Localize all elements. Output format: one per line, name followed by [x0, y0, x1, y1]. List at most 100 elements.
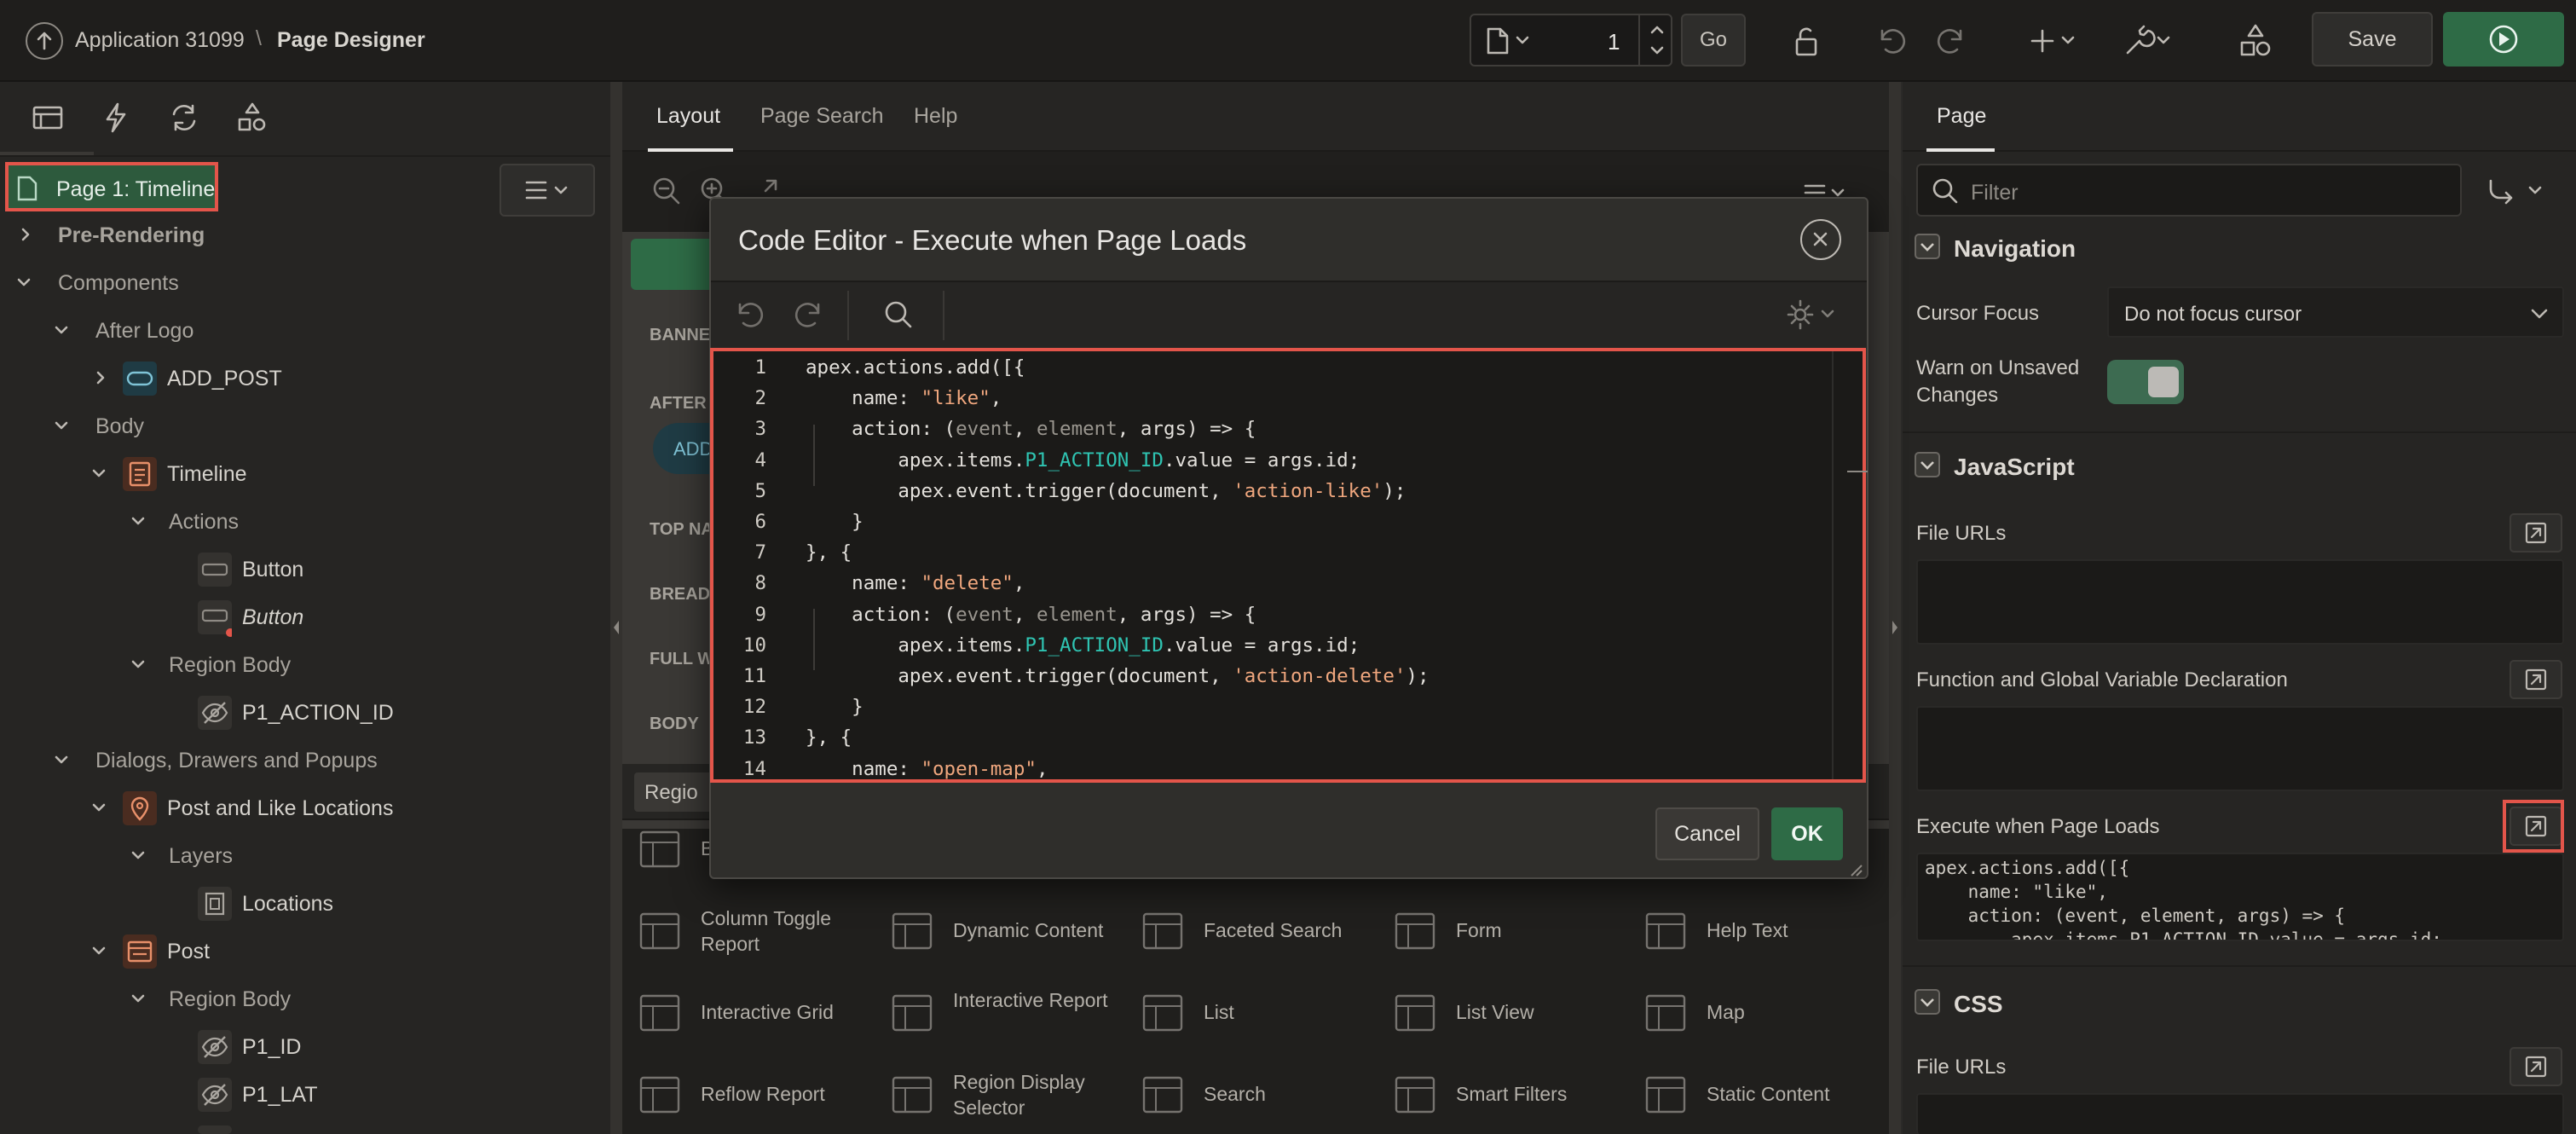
section-collapse-css[interactable] — [1915, 989, 1940, 1015]
code-editor[interactable]: 1 2 3 4 5 6 7 8 9 10 11 12 13 14 apex.actions.add([{ … — [710, 348, 1868, 783]
lock-icon[interactable] — [1788, 24, 1822, 58]
tab-page-properties[interactable]: Page — [1937, 104, 1986, 129]
gallery-item[interactable]: Help Text — [1640, 897, 1879, 974]
tab-help[interactable]: Help — [914, 104, 957, 129]
undo-icon[interactable] — [731, 298, 765, 332]
search-icon[interactable] — [881, 298, 915, 332]
tree-node-p1-lat[interactable]: P1_LAT — [242, 1083, 317, 1108]
zoom-out-icon[interactable] — [651, 176, 682, 206]
css-file-urls-expand-button[interactable] — [2510, 1047, 2562, 1086]
save-button[interactable]: Save — [2312, 12, 2433, 67]
cursor-focus-select[interactable]: Do not focus cursor — [2107, 286, 2564, 338]
tree-node-button-1[interactable]: Button — [242, 558, 303, 582]
go-button[interactable]: Go — [1681, 14, 1746, 67]
utilities-wrench-icon[interactable] — [2123, 24, 2177, 58]
run-page-button[interactable] — [2443, 12, 2564, 67]
chevron-down-icon[interactable] — [131, 514, 145, 528]
undo-icon[interactable] — [1874, 24, 1908, 58]
js-file-urls-expand-button[interactable] — [2510, 513, 2562, 553]
tree-menu-button[interactable] — [500, 164, 595, 217]
chevron-down-icon[interactable] — [92, 801, 106, 814]
gallery-item[interactable]: Map — [1640, 979, 1879, 1056]
gallery-item[interactable]: Smart Filters — [1389, 1061, 1628, 1134]
processing-tab-icon[interactable] — [167, 101, 201, 135]
tree-node-timeline[interactable]: Timeline — [167, 462, 247, 487]
tree-node-region-body-2[interactable]: Region Body — [169, 987, 291, 1012]
tree-node-pre-rendering[interactable]: Pre-Rendering — [58, 223, 205, 248]
chevron-down-icon[interactable] — [92, 466, 106, 480]
shared-components-icon[interactable] — [2238, 22, 2273, 60]
gallery-item[interactable]: Interactive Grid — [634, 979, 873, 1056]
shared-components-tab-icon[interactable] — [235, 101, 269, 135]
tree-node-post-like-locations[interactable]: Post and Like Locations — [167, 796, 393, 821]
tree-node-add-post[interactable]: ADD_POST — [167, 367, 282, 391]
js-execute-on-load-textarea[interactable]: apex.actions.add([{ name: "like", action… — [1916, 853, 2564, 941]
ok-button[interactable]: OK — [1771, 807, 1843, 860]
left-splitter[interactable] — [610, 82, 622, 1134]
tree-node-p1-id[interactable]: P1_ID — [242, 1035, 301, 1060]
right-splitter[interactable] — [1889, 82, 1901, 1134]
section-collapse-javascript[interactable] — [1915, 452, 1940, 477]
tree-node-after-logo[interactable]: After Logo — [95, 319, 193, 344]
gallery-item[interactable]: Dynamic Content — [887, 897, 1125, 974]
create-menu-icon[interactable] — [2029, 24, 2083, 58]
redo-icon[interactable] — [1935, 24, 1969, 58]
tree-node-page[interactable]: Page 1: Timeline — [5, 162, 218, 211]
tree-node-actions[interactable]: Actions — [169, 510, 239, 535]
section-collapse-navigation[interactable] — [1915, 234, 1940, 259]
chevron-down-icon[interactable] — [92, 944, 106, 958]
dynamic-actions-tab-icon[interactable] — [99, 101, 133, 135]
gallery-item[interactable]: Search — [1137, 1061, 1376, 1134]
gallery-item[interactable]: Static Content — [1640, 1061, 1879, 1134]
chevron-down-icon[interactable] — [131, 657, 145, 671]
page-number-input[interactable]: 1 — [1608, 29, 1620, 55]
page-selector[interactable]: 1 — [1470, 14, 1672, 67]
page-stepper[interactable] — [1638, 15, 1672, 65]
tab-layout[interactable]: Layout — [656, 104, 720, 129]
gallery-item[interactable]: List — [1137, 979, 1376, 1056]
js-function-decl-textarea[interactable] — [1916, 706, 2564, 791]
chevron-down-icon[interactable] — [55, 323, 68, 337]
gallery-tab-regions[interactable]: Regio — [634, 772, 719, 812]
gallery-item[interactable]: Form — [1389, 897, 1628, 974]
go-to-group-icon[interactable] — [2486, 176, 2554, 206]
js-function-decl-expand-button[interactable] — [2510, 660, 2562, 699]
editor-scrollbar[interactable] — [1832, 351, 1834, 779]
settings-gear-icon[interactable] — [1785, 298, 1840, 332]
resize-grip-icon[interactable] — [1848, 862, 1863, 877]
gallery-item[interactable]: Reflow Report — [634, 1061, 873, 1134]
tree-node-components[interactable]: Components — [58, 271, 179, 296]
css-file-urls-textarea[interactable] — [1916, 1093, 2564, 1134]
rendering-tab-icon[interactable] — [31, 101, 65, 135]
tree-node-button-2[interactable]: Button — [242, 605, 303, 630]
chevron-down-icon[interactable] — [17, 275, 31, 289]
tree-node-layers[interactable]: Layers — [169, 844, 233, 869]
tree-node-locations[interactable]: Locations — [242, 892, 333, 917]
app-home-icon[interactable] — [26, 22, 63, 60]
gallery-item[interactable]: Faceted Search — [1137, 897, 1376, 974]
gallery-item[interactable]: Interactive Report — [887, 979, 1125, 1056]
tree-node-post[interactable]: Post — [167, 940, 210, 964]
chevron-down-icon[interactable] — [55, 419, 68, 432]
app-name-link[interactable]: Application 31099 — [75, 28, 245, 53]
tree-node-region-body-1[interactable]: Region Body — [169, 653, 291, 678]
gallery-item[interactable]: List View — [1389, 979, 1628, 1056]
chevron-down-icon[interactable] — [131, 992, 145, 1005]
tree-node-body[interactable]: Body — [95, 414, 144, 439]
warn-unsaved-toggle[interactable] — [2107, 360, 2184, 404]
tree-node-dialogs[interactable]: Dialogs, Drawers and Popups — [95, 749, 378, 773]
redo-icon[interactable] — [793, 298, 827, 332]
js-file-urls-textarea[interactable] — [1916, 559, 2564, 645]
close-button[interactable] — [1800, 219, 1841, 260]
cancel-button[interactable]: Cancel — [1655, 807, 1759, 860]
tab-page-search[interactable]: Page Search — [760, 104, 884, 129]
tree-node-p1-action-id[interactable]: P1_ACTION_ID — [242, 701, 394, 726]
chevron-right-icon[interactable] — [19, 228, 32, 241]
top-toolbar: Application 31099 \ Page Designer 1 Go S… — [0, 0, 2576, 82]
filter-input[interactable]: Filter — [1916, 164, 2462, 217]
chevron-down-icon[interactable] — [131, 848, 145, 862]
gallery-item[interactable]: Region Display Selector — [887, 1061, 1125, 1134]
chevron-down-icon[interactable] — [55, 753, 68, 767]
gallery-item[interactable]: Column Toggle Report — [634, 897, 873, 974]
chevron-right-icon[interactable] — [94, 371, 107, 385]
